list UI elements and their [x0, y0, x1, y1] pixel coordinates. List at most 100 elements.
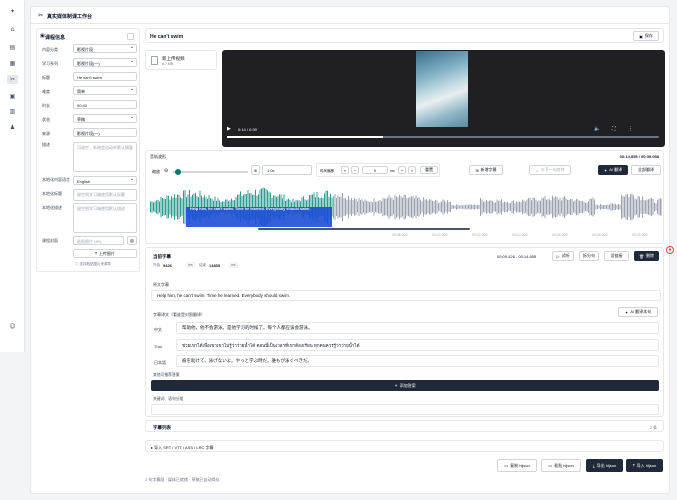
offset-plus-big[interactable]: »: [408, 166, 416, 174]
waveform-bar: [399, 194, 400, 220]
duration-input[interactable]: 00:40: [73, 100, 137, 109]
import-subtitle-bar[interactable]: ▸ 导入 SRT / VTT / ASS / LRC 字幕: [145, 440, 664, 452]
zoom-slider[interactable]: [173, 169, 248, 175]
paste-icon: ▭: [548, 463, 553, 468]
keyword-input[interactable]: [151, 404, 659, 415]
translate-all-button[interactable]: 全部翻译: [631, 165, 661, 175]
progress-track[interactable]: [227, 136, 659, 138]
user-icon[interactable]: ☺: [9, 323, 16, 330]
waveform-bar: [400, 196, 402, 218]
end-value[interactable]: 14855: [209, 263, 220, 268]
subtitle-region[interactable]: Help him, he can't swim. Time he learned…: [186, 207, 332, 227]
doc-icon[interactable]: ▦: [9, 60, 16, 67]
waveform-bar: [483, 201, 484, 213]
paste-json-button[interactable]: ▭ 粘贴 hljson: [541, 459, 581, 472]
link-button[interactable]: 设链接: [604, 251, 629, 261]
source-input[interactable]: 影视片段(一): [73, 128, 137, 137]
category-select[interactable]: 影视片段: [73, 44, 137, 53]
save-button[interactable]: ▣ 保存: [633, 31, 659, 41]
waveform-bar: [375, 201, 376, 213]
upload-image-button[interactable]: ⤒ 上传图片: [73, 249, 137, 258]
waveform-bar: [472, 204, 474, 210]
waveform-bar: [654, 202, 655, 212]
ai-line-button[interactable]: ✦ AI 翻译本句: [618, 307, 658, 317]
home-icon[interactable]: ⌂: [9, 26, 16, 33]
waveform-bar: [508, 203, 510, 211]
timeline-tick: 00:14.000: [512, 233, 528, 237]
subtitle-count: 2 条: [649, 425, 657, 430]
waveform-bar: [571, 199, 573, 215]
waveform-bar: [334, 194, 336, 220]
preview-button[interactable]: ▷ 试听: [552, 251, 574, 261]
waveform-bar: [621, 194, 622, 220]
level-select[interactable]: 简单: [73, 86, 137, 95]
add-answer-button[interactable]: + 添加答案: [151, 380, 659, 391]
zoom-out-icon[interactable]: ⊖: [164, 168, 168, 174]
editor-icon[interactable]: ✂: [7, 75, 18, 84]
waveform-bar: [499, 200, 501, 214]
zoom-handle[interactable]: [175, 169, 181, 175]
title-input[interactable]: He can't swim: [73, 72, 137, 81]
merge-next-button[interactable]: ⇣ 与下一句合并: [529, 165, 571, 175]
media-icon[interactable]: ▣: [9, 93, 16, 100]
play-small-icon: ▷: [556, 253, 560, 259]
zoom-in-icon[interactable]: ⊕: [251, 165, 260, 175]
waveform-bar: [492, 201, 493, 213]
waveform-bar: [445, 202, 447, 212]
calendar-icon[interactable]: ▥: [9, 108, 16, 115]
waveform-bar: [411, 196, 412, 218]
desc-textarea[interactable]: 可留空，系统会自动补默认摘要: [73, 142, 137, 172]
add-subtitle-button[interactable]: ⊞ 新增字幕: [469, 165, 503, 175]
current-subtitle-panel: 当前字幕 开始 9426 ms 结束 14855 ms 00:09.426 - …: [145, 247, 664, 417]
waveform-bar: [402, 197, 403, 217]
lang-select[interactable]: English: [73, 176, 137, 185]
offset-minus[interactable]: −: [351, 166, 359, 174]
collapse-button[interactable]: [127, 33, 134, 40]
video-player[interactable]: ▶ 0:14 / 0:39 🔈 ⛶ ⋮: [222, 50, 665, 147]
import-json-button[interactable]: ⤒ 导入 hljson: [626, 459, 663, 472]
zoom-value[interactable]: 1.0x: [262, 165, 312, 175]
waveform-bar: [589, 198, 591, 216]
layers-icon[interactable]: ▤: [9, 44, 16, 51]
waveform-bar: [412, 195, 414, 219]
volume-icon[interactable]: 🔈: [594, 126, 600, 132]
ai-translate-button[interactable]: ✦ AI 翻译: [598, 165, 628, 175]
media-file-card[interactable]: 新上传视频 6.7 MB: [145, 50, 217, 70]
export-json-button[interactable]: ⤓ 导出 hljson: [586, 459, 623, 472]
timeline-tick: 00:10.000: [432, 233, 448, 237]
translation-ja-input[interactable]: 彼を助けて、泳げないよ。やっと学ぶ時だ。誰もが泳ぐべきだ。: [176, 355, 659, 367]
waveform-bar: [435, 199, 436, 215]
fullscreen-icon[interactable]: ⛶: [612, 126, 616, 132]
play-icon[interactable]: ▶: [227, 126, 231, 132]
start-value[interactable]: 9426: [163, 263, 172, 268]
delete-button[interactable]: 🗑 删除: [634, 251, 659, 261]
record-icon[interactable]: ●: [666, 246, 674, 254]
translation-th-input[interactable]: ช่วยเขาได้เพื่อเขาเขาไม่รู้ว่าว่ายน้ำได้…: [176, 339, 659, 351]
local-desc-textarea[interactable]: 留空则学习端使用默认描述: [73, 203, 137, 233]
local-title-input[interactable]: 留空则学习端使用默认标题: [73, 189, 137, 201]
waveform-bar: [372, 202, 373, 212]
offset-input[interactable]: 0: [362, 166, 388, 174]
translation-zh-input[interactable]: 帮助他，他不会游泳。是他学习的时候了。每个人都应该会游泳。: [176, 322, 659, 334]
offset-minus-big[interactable]: «: [341, 166, 349, 174]
offset-plus[interactable]: +: [398, 166, 406, 174]
waveform-bar: [343, 198, 345, 216]
users-icon[interactable]: ♟: [9, 124, 16, 131]
original-text-input[interactable]: Help him, he can't swim. Time he learned…: [151, 290, 661, 301]
split-button[interactable]: 拆分句: [579, 251, 599, 261]
subtitle-list-bar[interactable]: 字幕列表 2 条: [145, 420, 664, 432]
progress-fill: [227, 136, 383, 138]
waveform-bar: [541, 197, 543, 217]
waveform-bar: [498, 200, 499, 214]
more-icon[interactable]: ⋮: [628, 126, 633, 132]
waveform-bar: [627, 194, 628, 220]
image-icon[interactable]: ▧: [127, 236, 137, 245]
waveform-bar: [558, 199, 559, 215]
series-select[interactable]: 影视片段(一): [73, 58, 137, 67]
offset-reset-button[interactable]: 重置: [420, 166, 438, 174]
waveform-scrollbar[interactable]: [258, 228, 470, 230]
copy-json-button[interactable]: ▭ 复制 hljson: [497, 459, 537, 472]
status-select[interactable]: 草稿: [73, 114, 137, 123]
waveform-bar: [456, 204, 457, 210]
cover-url-input[interactable]: 粘贴图片 URL: [73, 236, 124, 245]
